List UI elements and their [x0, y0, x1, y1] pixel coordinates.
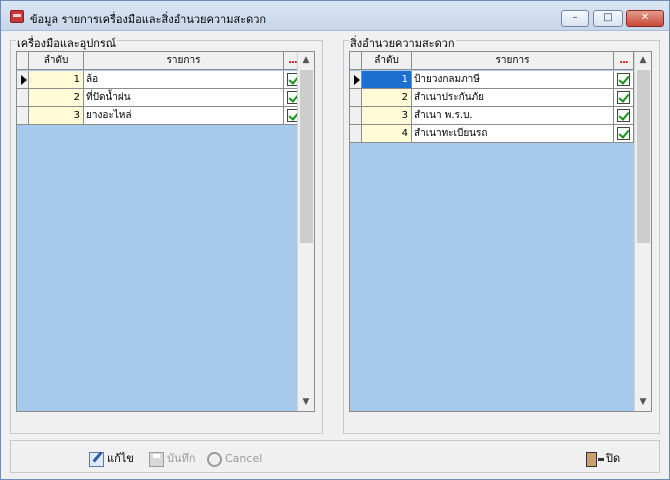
maximize-button[interactable]: □ — [593, 10, 623, 27]
table-row[interactable]: 2 สำเนาประกันภัย — [350, 89, 651, 107]
header-more[interactable]: ... — [614, 52, 634, 70]
table-row[interactable]: 3 สำเนา พ.ร.บ. — [350, 107, 651, 125]
bottom-toolbar: แก้ไข บันทึก Cancel ปิด — [10, 440, 660, 473]
save-icon — [149, 451, 164, 467]
row-order[interactable]: 4 — [362, 125, 412, 143]
row-checkbox[interactable] — [614, 125, 634, 143]
row-item[interactable]: ป้ายวงกลมภาษี — [412, 71, 614, 89]
equipment-group: เครื่องมือและอุปกรณ์ ลำดับ รายการ ... 1 … — [10, 34, 323, 434]
scroll-up-icon[interactable]: ▲ — [298, 52, 314, 69]
row-item[interactable]: สำเนาประกันภัย — [412, 89, 614, 107]
close-button[interactable]: ปิด — [586, 450, 620, 468]
row-checkbox[interactable] — [614, 107, 634, 125]
row-checkbox[interactable] — [614, 89, 634, 107]
header-item[interactable]: รายการ — [84, 52, 284, 70]
table-row[interactable]: 3 ยางอะไหล่ — [17, 107, 314, 125]
checkbox-checked-icon[interactable] — [617, 127, 630, 140]
checkbox-checked-icon[interactable] — [617, 91, 630, 104]
row-order[interactable]: 1 — [29, 71, 84, 89]
close-window-button[interactable]: ✕ — [626, 10, 664, 27]
equipment-group-label: เครื่องมือและอุปกรณ์ — [16, 34, 117, 52]
row-item[interactable]: ที่ปัดน้ำฝน — [84, 89, 284, 107]
grid-header: ลำดับ รายการ ... — [17, 52, 314, 70]
facilities-grid[interactable]: ลำดับ รายการ ... 1 ป้ายวงกลมภาษี 2 สำเนา… — [349, 51, 652, 412]
row-indicator — [17, 107, 29, 125]
row-item[interactable]: ยางอะไหล่ — [84, 107, 284, 125]
row-order[interactable]: 1 — [362, 71, 412, 89]
row-order[interactable]: 3 — [29, 107, 84, 125]
edit-label: แก้ไข — [107, 452, 134, 465]
row-indicator — [350, 125, 362, 143]
scroll-down-icon[interactable]: ▼ — [298, 394, 314, 411]
exit-door-icon — [586, 451, 604, 467]
row-indicator — [350, 89, 362, 107]
grid-header: ลำดับ รายการ ... — [350, 52, 651, 70]
row-order[interactable]: 3 — [362, 107, 412, 125]
table-row[interactable]: 4 สำเนาทะเบียนรถ — [350, 125, 651, 143]
main-window: ข้อมูล รายการเครื่องมือและสิ่งอำนวยความส… — [0, 0, 670, 480]
row-item[interactable]: สำเนา พ.ร.บ. — [412, 107, 614, 125]
scroll-thumb[interactable] — [637, 70, 650, 243]
car-icon — [10, 10, 24, 23]
vertical-scrollbar[interactable]: ▲ ▼ — [297, 52, 314, 411]
header-indicator — [17, 52, 29, 70]
cancel-label: Cancel — [225, 452, 263, 465]
header-indicator — [350, 52, 362, 70]
header-order[interactable]: ลำดับ — [362, 52, 412, 70]
row-checkbox[interactable] — [614, 71, 634, 89]
row-item[interactable]: สำเนาทะเบียนรถ — [412, 125, 614, 143]
scroll-up-icon[interactable]: ▲ — [635, 52, 651, 69]
checkbox-checked-icon[interactable] — [617, 73, 630, 86]
window-title: ข้อมูล รายการเครื่องมือและสิ่งอำนวยความส… — [30, 13, 267, 26]
edit-icon — [89, 451, 104, 467]
edit-button[interactable]: แก้ไข — [89, 450, 134, 468]
row-indicator — [350, 71, 362, 89]
close-label: ปิด — [606, 452, 621, 465]
scroll-down-icon[interactable]: ▼ — [635, 394, 651, 411]
save-label: บันทึก — [167, 452, 196, 465]
row-order[interactable]: 2 — [362, 89, 412, 107]
facilities-group: สิ่งอำนวยความสะดวก ลำดับ รายการ ... 1 ป้… — [343, 34, 660, 434]
table-row[interactable]: 1 ป้ายวงกลมภาษี — [350, 71, 651, 89]
table-row[interactable]: 1 ล้อ — [17, 71, 314, 89]
row-indicator — [17, 71, 29, 89]
row-indicator — [17, 89, 29, 107]
table-row[interactable]: 2 ที่ปัดน้ำฝน — [17, 89, 314, 107]
vertical-scrollbar[interactable]: ▲ ▼ — [634, 52, 651, 411]
header-item[interactable]: รายการ — [412, 52, 614, 70]
cancel-icon — [207, 451, 222, 467]
title-bar[interactable]: ข้อมูล รายการเครื่องมือและสิ่งอำนวยความส… — [1, 1, 669, 31]
row-pointer-icon — [21, 75, 27, 85]
header-order[interactable]: ลำดับ — [29, 52, 84, 70]
row-order[interactable]: 2 — [29, 89, 84, 107]
checkbox-checked-icon[interactable] — [617, 109, 630, 122]
equipment-grid[interactable]: ลำดับ รายการ ... 1 ล้อ 2 ที่ปัดน้ำฝน 3 ย… — [16, 51, 315, 412]
facilities-group-label: สิ่งอำนวยความสะดวก — [349, 34, 456, 52]
minimize-button[interactable]: – — [561, 10, 589, 27]
scroll-thumb[interactable] — [300, 70, 313, 243]
save-button[interactable]: บันทึก — [149, 450, 195, 468]
row-item[interactable]: ล้อ — [84, 71, 284, 89]
row-indicator — [350, 107, 362, 125]
row-pointer-icon — [354, 75, 360, 85]
cancel-button[interactable]: Cancel — [207, 450, 262, 468]
